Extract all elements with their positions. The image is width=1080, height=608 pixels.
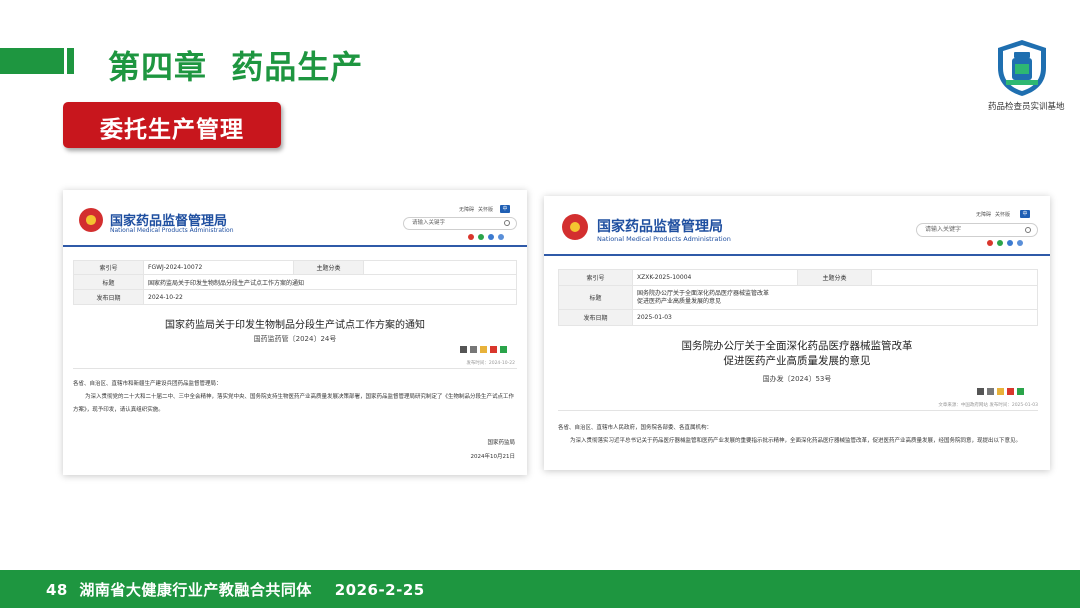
meta-value: FGWJ-2024-10072 xyxy=(143,260,294,275)
meta-label: 发布日期 xyxy=(558,309,633,326)
body-paragraph: 为深入贯彻党的二十大和二十届二中、三中全会精神，落实党中央、国务院支持生物医药产… xyxy=(73,394,515,413)
chapter-title: 第四章 药品生产 xyxy=(108,48,364,86)
search-icon[interactable] xyxy=(504,220,510,226)
meta-label: 索引号 xyxy=(73,260,144,275)
meta-label: 发布日期 xyxy=(73,289,144,305)
weibo-icon[interactable] xyxy=(468,234,474,240)
national-emblem-icon xyxy=(562,214,588,240)
header-accent-bar-small xyxy=(67,48,74,74)
left-document-screenshot: 无障碍 关怀版 中 国家药品监督管理局 National Medical Prod… xyxy=(63,190,527,475)
meta-label: 主题分类 xyxy=(293,260,364,275)
mobile-icon[interactable] xyxy=(488,234,494,240)
accessibility-link[interactable]: 无障碍 xyxy=(459,207,474,213)
share-icon[interactable] xyxy=(480,346,487,353)
share-icon[interactable] xyxy=(997,388,1004,395)
weibo-share-icon[interactable] xyxy=(490,346,497,353)
metadata-table: 索引号 FGWJ-2024-10072 主题分类 标题 国家药监局关于印发生物制… xyxy=(73,260,517,305)
meta-label: 索引号 xyxy=(558,269,633,286)
top-links: 无障碍 关怀版 xyxy=(459,206,497,213)
national-emblem-icon xyxy=(79,208,103,232)
meta-value xyxy=(363,260,517,275)
site-name-en: National Medical Products Administration xyxy=(110,227,234,234)
lang-button[interactable]: 中 xyxy=(1020,210,1030,218)
right-document-screenshot: 无障碍 关怀版 中 国家药品监督管理局 National Medical Prod… xyxy=(544,196,1050,470)
weibo-share-icon[interactable] xyxy=(1007,388,1014,395)
accessibility-link[interactable]: 无障碍 xyxy=(976,212,991,218)
weibo-icon[interactable] xyxy=(987,240,993,246)
search-input[interactable]: 请输入关键字 xyxy=(916,223,1038,237)
download-icon[interactable] xyxy=(977,388,984,395)
meta-label: 主题分类 xyxy=(797,269,872,286)
logo-caption: 药品检查员实训基地 xyxy=(988,102,1065,112)
section-label: 委托生产管理 xyxy=(100,117,244,143)
meta-value: 国家药监局关于印发生物制品分段生产试点工作方案的通知 xyxy=(143,274,517,290)
meta-label: 标题 xyxy=(73,274,144,290)
footer-bar: 48 湖南省大健康行业产教融合共同体 2026-2-25 xyxy=(0,570,1080,608)
meta-value: XZXK-2025-10004 xyxy=(632,269,798,286)
lang-button[interactable]: 中 xyxy=(500,205,510,213)
social-icons xyxy=(987,240,1023,246)
meta-title-line: 促进医药产业高质量发展的意见 xyxy=(637,297,722,305)
wechat-share-icon[interactable] xyxy=(1017,388,1024,395)
training-base-logo: 药品检查员实训基地 xyxy=(988,38,1065,112)
search-icon[interactable] xyxy=(1025,227,1031,233)
meta-value: 国务院办公厅关于全面深化药品医疗器械监管改革 促进医药产业高质量发展的意见 xyxy=(632,285,1038,310)
user-icon[interactable] xyxy=(498,234,504,240)
header-divider xyxy=(544,254,1050,256)
care-mode-link[interactable]: 关怀版 xyxy=(478,207,493,213)
site-name: 国家药品监督管理局 xyxy=(597,219,723,235)
document-title-line-2: 促进医药产业高质量发展的意见 xyxy=(723,355,871,367)
meta-label: 标题 xyxy=(558,285,633,310)
print-icon[interactable] xyxy=(987,388,994,395)
site-name-en: National Medical Products Administration xyxy=(597,235,731,243)
publish-time: 发布时间：2024-10-22 xyxy=(466,361,515,366)
tool-icons xyxy=(460,346,507,353)
meta-value xyxy=(871,269,1038,286)
source-and-publish-time: 文章来源：中国政府网站 发布时间：2025-01-03 xyxy=(938,403,1038,408)
search-input[interactable]: 请输入关键字 xyxy=(403,217,517,230)
mobile-icon[interactable] xyxy=(1007,240,1013,246)
salutation: 各省、自治区、直辖市人民政府，国务院各部委、各直属机构： xyxy=(558,425,713,431)
divider xyxy=(73,368,517,369)
print-icon[interactable] xyxy=(470,346,477,353)
tool-icons xyxy=(977,388,1024,395)
user-icon[interactable] xyxy=(1017,240,1023,246)
top-links: 无障碍 关怀版 xyxy=(976,211,1014,218)
meta-value: 2024-10-22 xyxy=(143,289,517,305)
sign-date: 2024年10月21日 xyxy=(470,454,516,460)
care-mode-link[interactable]: 关怀版 xyxy=(995,212,1010,218)
document-number: 国办发〔2024〕53号 xyxy=(762,375,832,383)
wechat-icon[interactable] xyxy=(478,234,484,240)
document-number: 国药监药管〔2024〕24号 xyxy=(253,335,337,343)
meta-value: 2025-01-03 xyxy=(632,309,1038,326)
header-accent-bar xyxy=(0,48,64,74)
document-title: 国家药监局关于印发生物制品分段生产试点工作方案的通知 xyxy=(165,320,425,331)
salutation: 各省、自治区、直辖市和新疆生产建设兵团药品监督管理局： xyxy=(73,381,222,387)
download-icon[interactable] xyxy=(460,346,467,353)
document-body: 各省、自治区、直辖市和新疆生产建设兵团药品监督管理局： 为深入贯彻党的二十大和二… xyxy=(73,378,517,417)
footer-text: 48 湖南省大健康行业产教融合共同体 2026-2-25 xyxy=(46,581,425,599)
wechat-share-icon[interactable] xyxy=(500,346,507,353)
meta-title-line: 国务院办公厅关于全面深化药品医疗器械监管改革 xyxy=(637,289,770,297)
body-paragraph: 为深入贯彻落实习近平总书记关于药品医疗器械监管和医药产业发展的重要指示批示精神，… xyxy=(570,438,1022,444)
shield-logo-icon xyxy=(998,40,1046,96)
section-badge: 委托生产管理 xyxy=(63,102,281,148)
divider xyxy=(558,410,1038,411)
metadata-table: 索引号 XZXK-2025-10004 主题分类 标题 国务院办公厅关于全面深化… xyxy=(558,269,1038,326)
signature: 国家药监局 xyxy=(487,440,515,446)
header-divider xyxy=(63,245,527,247)
social-icons xyxy=(468,234,504,240)
wechat-icon[interactable] xyxy=(997,240,1003,246)
document-title-line-1: 国务院办公厅关于全面深化药品医疗器械监管改革 xyxy=(681,340,913,352)
document-body: 各省、自治区、直辖市人民政府，国务院各部委、各直属机构： 为深入贯彻落实习近平总… xyxy=(558,422,1038,448)
